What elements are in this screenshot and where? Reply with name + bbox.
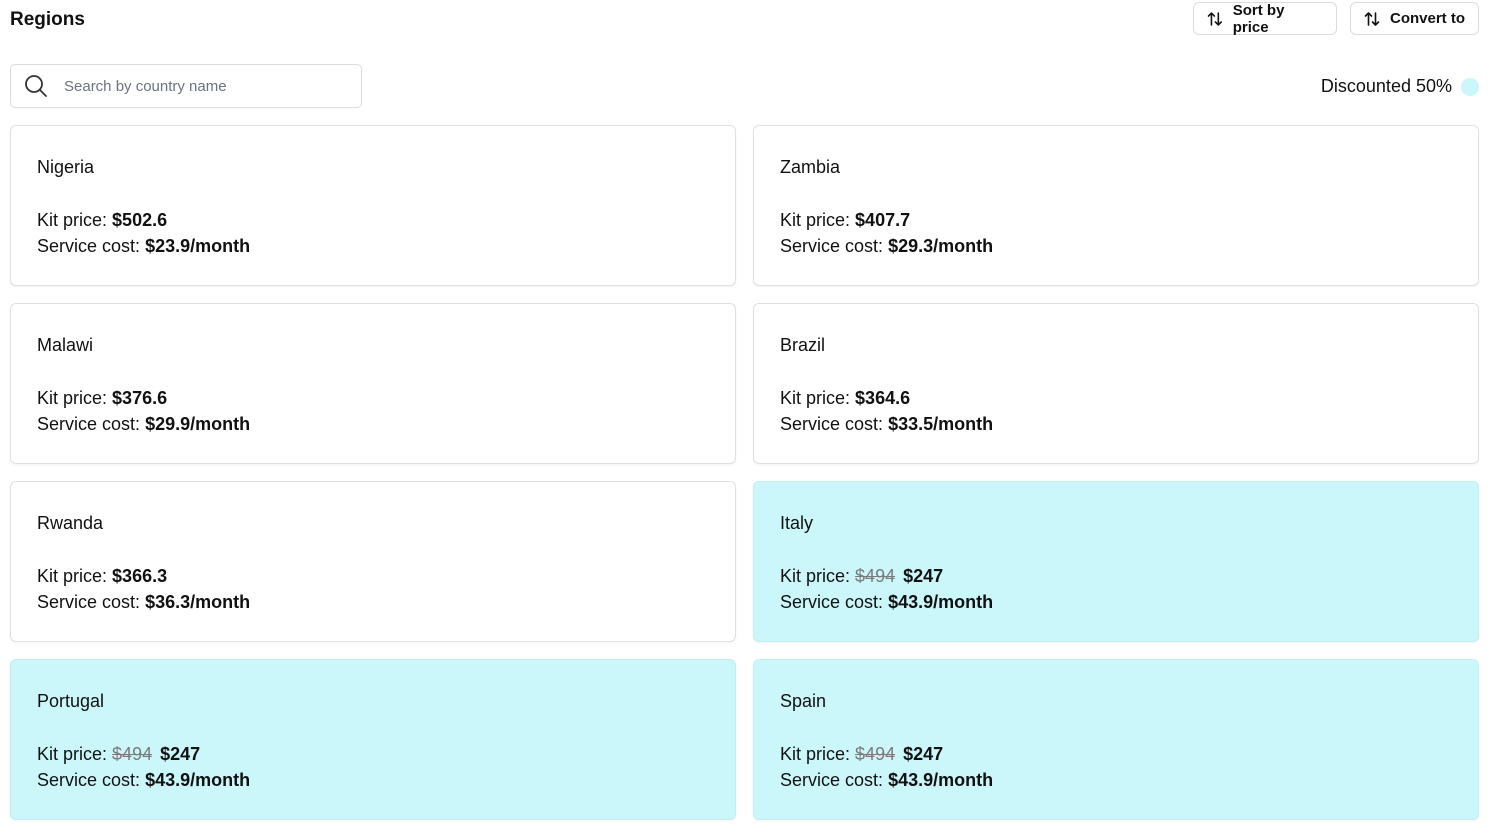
search-icon (25, 75, 47, 97)
service-cost-label: Service cost: (37, 770, 141, 790)
kit-price-value: $502.6 (112, 210, 168, 230)
region-name: Rwanda (37, 513, 104, 533)
service-cost-line: Service cost: $23.9/month (37, 236, 250, 257)
sort-button-label: Sort by price (1232, 1, 1285, 36)
regions-page: Regions Sort by price Convert to Discoun… (0, 0, 1496, 834)
region-card[interactable]: Italy Kit price: $494 $247 Service cost: $4… (753, 481, 1479, 642)
service-cost-line: Service cost: $43.9/month (37, 770, 250, 791)
region-card[interactable]: Nigeria Kit price: $502.6 Service cost: $2… (10, 125, 736, 286)
kit-price-line: Kit price: $366.3 (37, 566, 167, 587)
search-input[interactable] (62, 76, 336, 96)
kit-price-value: $376.6 (112, 388, 168, 408)
service-cost-value: $29.9/month (145, 414, 251, 434)
service-cost-label: Service cost: (37, 592, 141, 612)
original-kit-price: $494 (112, 744, 153, 764)
kit-price-label: Kit price: (780, 388, 851, 408)
region-name: Italy (780, 513, 814, 533)
region-card[interactable]: Spain Kit price: $494 $247 Service cost: $4… (753, 659, 1479, 820)
service-cost-value: $43.9/month (145, 770, 251, 790)
service-cost-label: Service cost: (780, 770, 884, 790)
kit-price-value: $247 (903, 566, 944, 586)
kit-price-line: Kit price: $494 $247 (780, 744, 943, 765)
kit-price-line: Kit price: $494 $247 (37, 744, 200, 765)
service-cost-value: $43.9/month (888, 770, 994, 790)
kit-price-label: Kit price: (780, 566, 851, 586)
service-cost-label: Service cost: (780, 592, 884, 612)
kit-price-line: Kit price: $502.6 (37, 210, 167, 231)
kit-price-line: Kit price: $364.6 (780, 388, 910, 409)
service-cost-label: Service cost: (780, 414, 884, 434)
discount-legend-label: Discounted 50% (1320, 76, 1452, 96)
service-cost-line: Service cost: $43.9/month (780, 592, 993, 613)
kit-price-line: Kit price: $494 $247 (780, 566, 943, 587)
region-name: Malawi (37, 335, 94, 355)
convert-button-label: Convert to (1390, 10, 1465, 27)
region-name: Nigeria (37, 157, 95, 177)
service-cost-line: Service cost: $33.5/month (780, 414, 993, 435)
kit-price-value: $364.6 (855, 388, 911, 408)
sort-arrows-icon (1364, 11, 1380, 26)
kit-price-label: Kit price: (780, 744, 851, 764)
kit-price-value: $247 (160, 744, 201, 764)
service-cost-label: Service cost: (37, 236, 141, 256)
service-cost-label: Service cost: (37, 414, 141, 434)
region-card[interactable]: Rwanda Kit price: $366.3 Service cost: $36… (10, 481, 736, 642)
service-cost-value: $29.3/month (888, 236, 994, 256)
kit-price-line: Kit price: $376.6 (37, 388, 167, 409)
region-name: Brazil (780, 335, 826, 355)
service-cost-value: $36.3/month (145, 592, 251, 612)
original-kit-price: $494 (855, 566, 896, 586)
kit-price-line: Kit price: $407.7 (780, 210, 910, 231)
sort-arrows-icon (1207, 11, 1223, 26)
service-cost-line: Service cost: $36.3/month (37, 592, 250, 613)
service-cost-value: $23.9/month (145, 236, 251, 256)
kit-price-label: Kit price: (37, 388, 108, 408)
region-name: Spain (780, 691, 827, 711)
kit-price-label: Kit price: (37, 566, 108, 586)
region-card[interactable]: Portugal Kit price: $494 $247 Service cost:… (10, 659, 736, 820)
sort-by-price-button[interactable]: Sort by price (1193, 1, 1337, 36)
region-card[interactable]: Zambia Kit price: $407.7 Service cost: $29… (753, 125, 1479, 286)
service-cost-value: $43.9/month (888, 592, 994, 612)
service-cost-value: $33.5/month (888, 414, 994, 434)
service-cost-label: Service cost: (780, 236, 884, 256)
kit-price-value: $247 (903, 744, 944, 764)
service-cost-line: Service cost: $29.3/month (780, 236, 993, 257)
discount-legend: Discounted 50% (1321, 76, 1479, 97)
region-name: Zambia (780, 157, 841, 177)
kit-price-label: Kit price: (780, 210, 851, 230)
service-cost-line: Service cost: $43.9/month (780, 770, 993, 791)
kit-price-value: $366.3 (112, 566, 168, 586)
original-kit-price: $494 (855, 744, 896, 764)
region-card[interactable]: Brazil Kit price: $364.6 Service cost: $33… (753, 303, 1479, 464)
service-cost-line: Service cost: $29.9/month (37, 414, 250, 435)
page-title: Regions (10, 9, 85, 30)
region-name: Portugal (37, 691, 105, 711)
kit-price-value: $407.7 (855, 210, 911, 230)
discount-legend-dot (1461, 77, 1479, 96)
search-box[interactable] (10, 64, 362, 108)
convert-to-button[interactable]: Convert to (1350, 2, 1479, 35)
kit-price-label: Kit price: (37, 744, 108, 764)
kit-price-label: Kit price: (37, 210, 108, 230)
region-card[interactable]: Malawi Kit price: $376.6 Service cost: $29… (10, 303, 736, 464)
